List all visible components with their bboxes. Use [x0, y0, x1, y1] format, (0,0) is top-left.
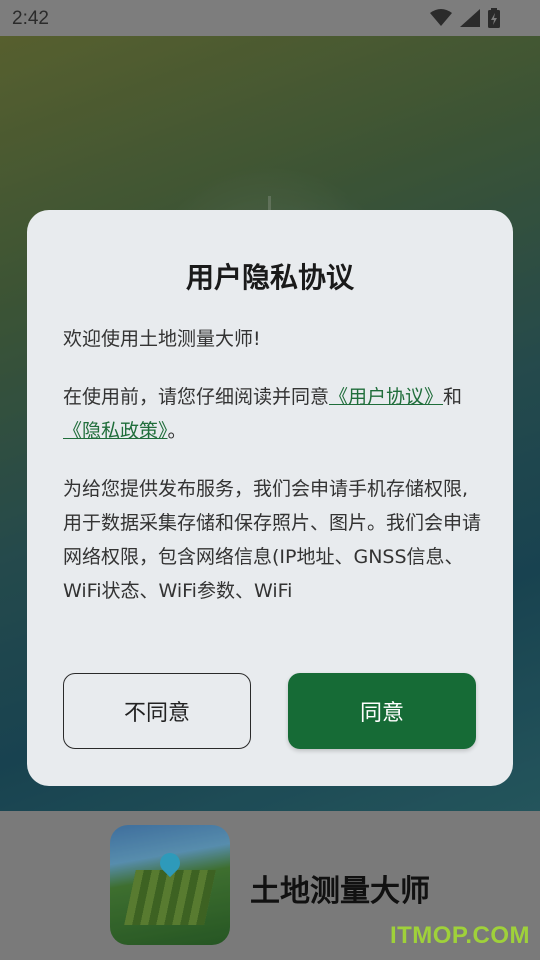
intro-suffix: 。: [167, 420, 187, 442]
dialog-title: 用户隐私协议: [185, 261, 354, 294]
wifi-icon: [430, 9, 452, 27]
status-icons: [430, 8, 500, 28]
intro-prefix: 在使用前，请您仔细阅读并同意: [63, 386, 330, 408]
agree-button[interactable]: 同意: [288, 673, 476, 749]
field-graphic: [124, 870, 216, 925]
dialog-body[interactable]: 欢迎使用土地测量大师! 在使用前，请您仔细阅读并同意《用户协议》和《隐私政策》。…: [63, 322, 483, 632]
app-name: 土地测量大师: [250, 874, 430, 909]
app-logo-icon: [110, 825, 230, 945]
watermark: ITMOP.COM: [389, 922, 530, 949]
welcome-text: 欢迎使用土地测量大师!: [63, 328, 261, 350]
privacy-policy-link[interactable]: 《隐私政策》: [63, 420, 168, 442]
user-agreement-link[interactable]: 《用户协议》: [329, 386, 443, 408]
intro-paragraph: 在使用前，请您仔细阅读并同意《用户协议》和《隐私政策》。: [63, 380, 483, 448]
privacy-dialog: 用户隐私协议 欢迎使用土地测量大师! 在使用前，请您仔细阅读并同意《用户协议》和…: [27, 210, 513, 786]
permissions-text: 为给您提供发布服务，我们会申请手机存储权限,用于数据采集存储和保存照片、图片。我…: [63, 478, 482, 602]
status-time: 2:42: [12, 8, 49, 29]
and-text: 和: [443, 386, 463, 408]
signal-icon: [460, 9, 480, 27]
battery-icon: [488, 8, 500, 28]
status-bar: 2:42: [0, 0, 540, 36]
disagree-button[interactable]: 不同意: [63, 673, 251, 749]
